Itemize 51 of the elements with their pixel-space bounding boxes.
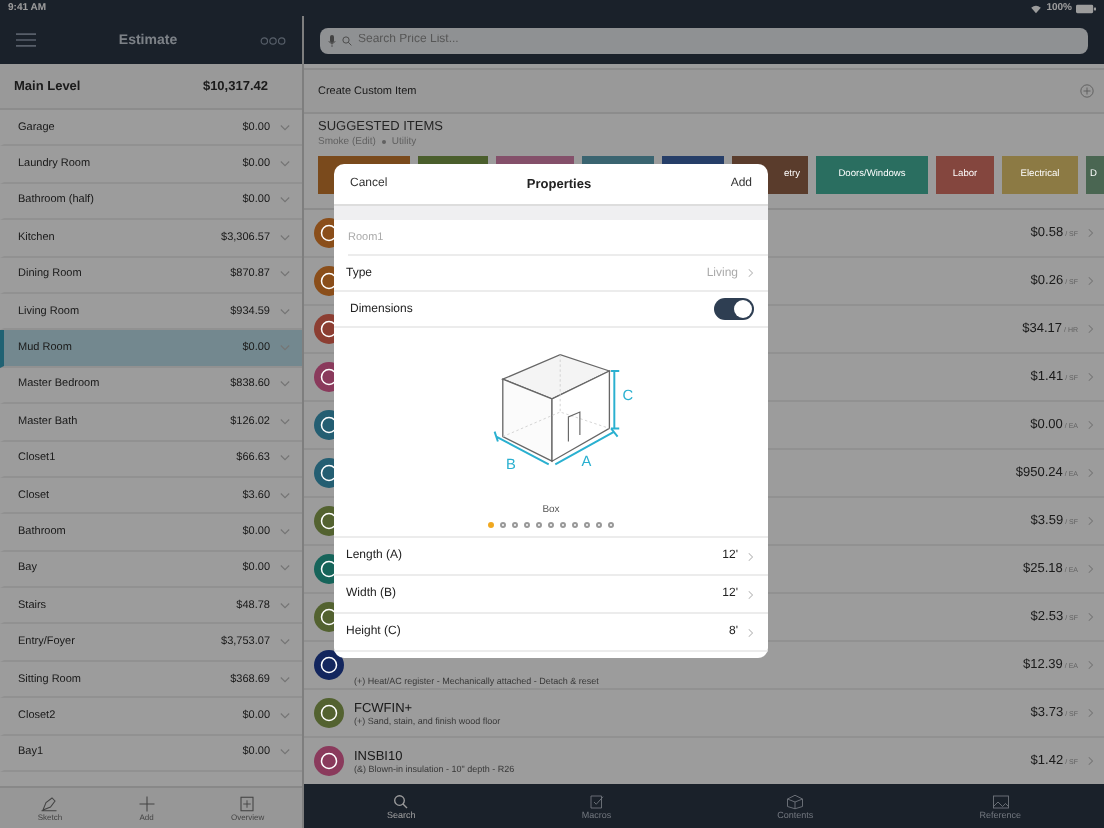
chevron-down-icon [280, 675, 290, 684]
chevron-right-icon [748, 551, 754, 561]
chevron-down-icon [280, 160, 290, 169]
page-dot[interactable] [500, 522, 506, 528]
add-circle-icon[interactable] [1080, 84, 1094, 98]
chevron-down-icon [280, 270, 290, 279]
chevron-down-icon [280, 307, 290, 316]
chevron-down-icon [280, 196, 290, 205]
wifi-icon [1030, 3, 1043, 13]
page-dot[interactable] [560, 522, 566, 528]
chevron-down-icon [280, 491, 290, 500]
chevron-right-icon [748, 627, 754, 637]
more-icon[interactable] [260, 35, 286, 45]
page-dot[interactable] [584, 522, 590, 528]
page-dot[interactable] [512, 522, 518, 528]
overview-icon [238, 795, 257, 811]
chevron-down-icon [280, 748, 290, 757]
page-dot[interactable] [608, 522, 614, 528]
battery-icon [1076, 3, 1096, 13]
chevron-down-icon [280, 417, 290, 426]
dimensions-toggle[interactable] [714, 298, 754, 320]
sketch-icon [40, 795, 59, 811]
dimension-letter: C [621, 386, 633, 405]
dimension-letter: B [505, 455, 515, 474]
search-icon [392, 793, 411, 809]
chevron-down-icon [280, 233, 290, 242]
page-dot[interactable] [524, 522, 530, 528]
add-icon [137, 795, 156, 811]
chevron-down-icon [280, 527, 290, 536]
chevron-right-icon [748, 268, 754, 278]
box-room-drawing [492, 353, 620, 466]
chevron-down-icon [280, 564, 290, 573]
page-dot[interactable] [488, 522, 494, 528]
menu-icon[interactable] [16, 32, 36, 48]
macros-icon [587, 793, 606, 809]
chevron-down-icon [280, 123, 290, 132]
chevron-down-icon [280, 380, 290, 389]
page-dot[interactable] [536, 522, 542, 528]
page-dot[interactable] [572, 522, 578, 528]
contents-icon [786, 793, 805, 809]
chevron-down-icon [280, 638, 290, 647]
chevron-down-icon [280, 344, 290, 353]
separator-dot [381, 140, 386, 144]
page-dot[interactable] [596, 522, 602, 528]
chevron-right-icon [748, 589, 754, 599]
reference-icon [991, 793, 1010, 809]
chevron-down-icon [280, 711, 290, 720]
page-dot[interactable] [548, 522, 554, 528]
chevron-down-icon [280, 601, 290, 610]
chevron-down-icon [280, 454, 290, 463]
dimension-letter: A [580, 452, 591, 471]
